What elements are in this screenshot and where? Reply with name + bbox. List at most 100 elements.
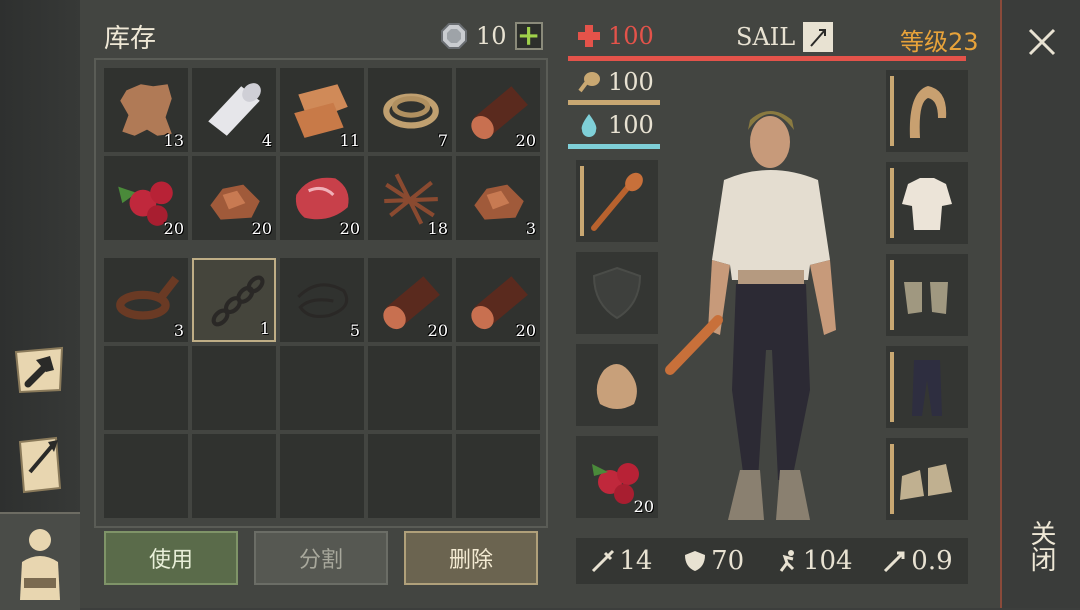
sword-icon <box>592 549 615 573</box>
item-count: 5 <box>349 321 360 340</box>
inventory-slot-empty[interactable] <box>280 346 364 430</box>
inventory-slot-copper-ore[interactable]: 3 <box>456 156 540 240</box>
hammer-icon <box>14 346 64 394</box>
body-slot[interactable] <box>886 162 968 244</box>
defense-stat: 70 <box>683 546 744 576</box>
drumstick-icon <box>578 72 600 93</box>
item-count: 11 <box>339 131 360 150</box>
water-drop-icon <box>581 114 597 137</box>
split-button[interactable]: 分割 <box>254 531 388 585</box>
close-button[interactable] <box>1024 24 1060 60</box>
item-count: 7 <box>437 131 448 150</box>
tab-crafting[interactable] <box>8 335 72 405</box>
tab-journal[interactable] <box>8 430 72 500</box>
delete-button[interactable]: 删除 <box>404 531 538 585</box>
inventory-slot-empty[interactable] <box>368 346 452 430</box>
item-count: 20 <box>427 321 448 340</box>
food-bar <box>568 100 660 105</box>
currency-display: 10 + <box>440 22 543 50</box>
health-stat: 100 <box>576 22 654 50</box>
weapon-slot[interactable] <box>576 160 658 242</box>
inventory-slot-empty[interactable] <box>104 434 188 518</box>
sack-icon <box>596 364 637 409</box>
speed-stat: 104 <box>775 546 853 576</box>
currency-value: 10 <box>476 22 507 50</box>
inventory-slot-roots[interactable]: 18 <box>368 156 452 240</box>
water-value: 100 <box>608 111 654 139</box>
rename-button[interactable] <box>803 22 834 52</box>
inventory-slot-leather-strap[interactable]: 3 <box>104 258 188 342</box>
weight-value: 0.9 <box>911 546 953 576</box>
inventory-slot-empty[interactable] <box>368 434 452 518</box>
speed-value: 104 <box>802 546 853 576</box>
wire-icon <box>297 283 349 319</box>
inventory-title: 库存 <box>104 24 157 54</box>
weight-stat: 0.9 <box>883 546 953 576</box>
close-label[interactable]: 关闭 <box>1024 520 1060 572</box>
item-count: 20 <box>515 321 536 340</box>
health-value: 100 <box>608 22 654 50</box>
water-stat: 100 <box>576 111 654 139</box>
hands-slot[interactable] <box>886 254 968 336</box>
feet-slot[interactable] <box>886 438 968 520</box>
coin-icon <box>441 23 467 49</box>
gloves-icon <box>904 282 948 314</box>
close-panel: 关闭 <box>1000 0 1080 608</box>
boots-icon <box>900 464 952 500</box>
character-name: SAIL <box>736 23 796 51</box>
quill-icon <box>810 29 827 47</box>
inventory-slot-rope[interactable]: 7 <box>368 68 452 152</box>
shirt-icon <box>902 178 952 230</box>
quick-slot-count: 20 <box>633 497 654 516</box>
inventory-slot-empty[interactable] <box>456 434 540 518</box>
inventory-slot-chain[interactable]: 1 <box>192 258 276 342</box>
item-count: 18 <box>427 219 448 238</box>
inventory-slot-empty[interactable] <box>456 346 540 430</box>
club-icon <box>591 172 643 231</box>
food-value: 100 <box>608 68 654 96</box>
pants-icon <box>912 360 942 416</box>
copper-ore-icon <box>474 184 524 220</box>
inventory-slot-empty[interactable] <box>192 434 276 518</box>
character-model[interactable] <box>660 90 890 530</box>
inventory-slot-log[interactable]: 20 <box>456 68 540 152</box>
item-count: 20 <box>251 219 272 238</box>
quick-slot[interactable]: 20 <box>576 436 658 518</box>
inventory-slot-empty[interactable] <box>192 346 276 430</box>
item-count: 3 <box>525 219 536 238</box>
inventory-slot-raw-meat[interactable]: 20 <box>280 156 364 240</box>
shield-icon <box>592 266 642 320</box>
legs-slot[interactable] <box>886 346 968 428</box>
bag-slot[interactable] <box>576 344 658 426</box>
inventory-slot-hide[interactable]: 13 <box>104 68 188 152</box>
health-cross-icon <box>578 25 600 47</box>
item-count: 1 <box>259 319 270 338</box>
attack-value: 14 <box>619 546 653 576</box>
level-label: 等级23 <box>900 28 979 56</box>
inventory-slot-empty[interactable] <box>280 434 364 518</box>
inventory-slot-copper-ore[interactable]: 20 <box>192 156 276 240</box>
close-icon <box>1028 28 1056 56</box>
use-button[interactable]: 使用 <box>104 531 238 585</box>
sidebar <box>0 0 80 610</box>
food-stat: 100 <box>576 68 654 96</box>
rope-icon <box>383 93 439 129</box>
inventory-slot-fabric-scrap[interactable]: 11 <box>280 68 364 152</box>
shield-slot[interactable] <box>576 252 658 334</box>
add-currency-button[interactable]: + <box>514 22 543 50</box>
item-count: 13 <box>163 131 184 150</box>
inventory-slot-cloth-roll[interactable]: 4 <box>192 68 276 152</box>
health-bar <box>568 56 966 61</box>
inventory-slot-wire[interactable]: 5 <box>280 258 364 342</box>
stats-bar: 14 70 104 0.9 <box>576 538 968 584</box>
leather-strap-icon <box>116 275 180 320</box>
inventory-slot-log[interactable]: 20 <box>456 258 540 342</box>
item-count: 20 <box>339 219 360 238</box>
tab-character[interactable] <box>0 512 80 610</box>
head-slot[interactable] <box>886 70 968 152</box>
inventory-slot-log[interactable]: 20 <box>368 258 452 342</box>
attack-stat: 14 <box>591 546 652 576</box>
item-count: 3 <box>173 321 184 340</box>
inventory-slot-empty[interactable] <box>104 346 188 430</box>
inventory-slot-berries[interactable]: 20 <box>104 156 188 240</box>
